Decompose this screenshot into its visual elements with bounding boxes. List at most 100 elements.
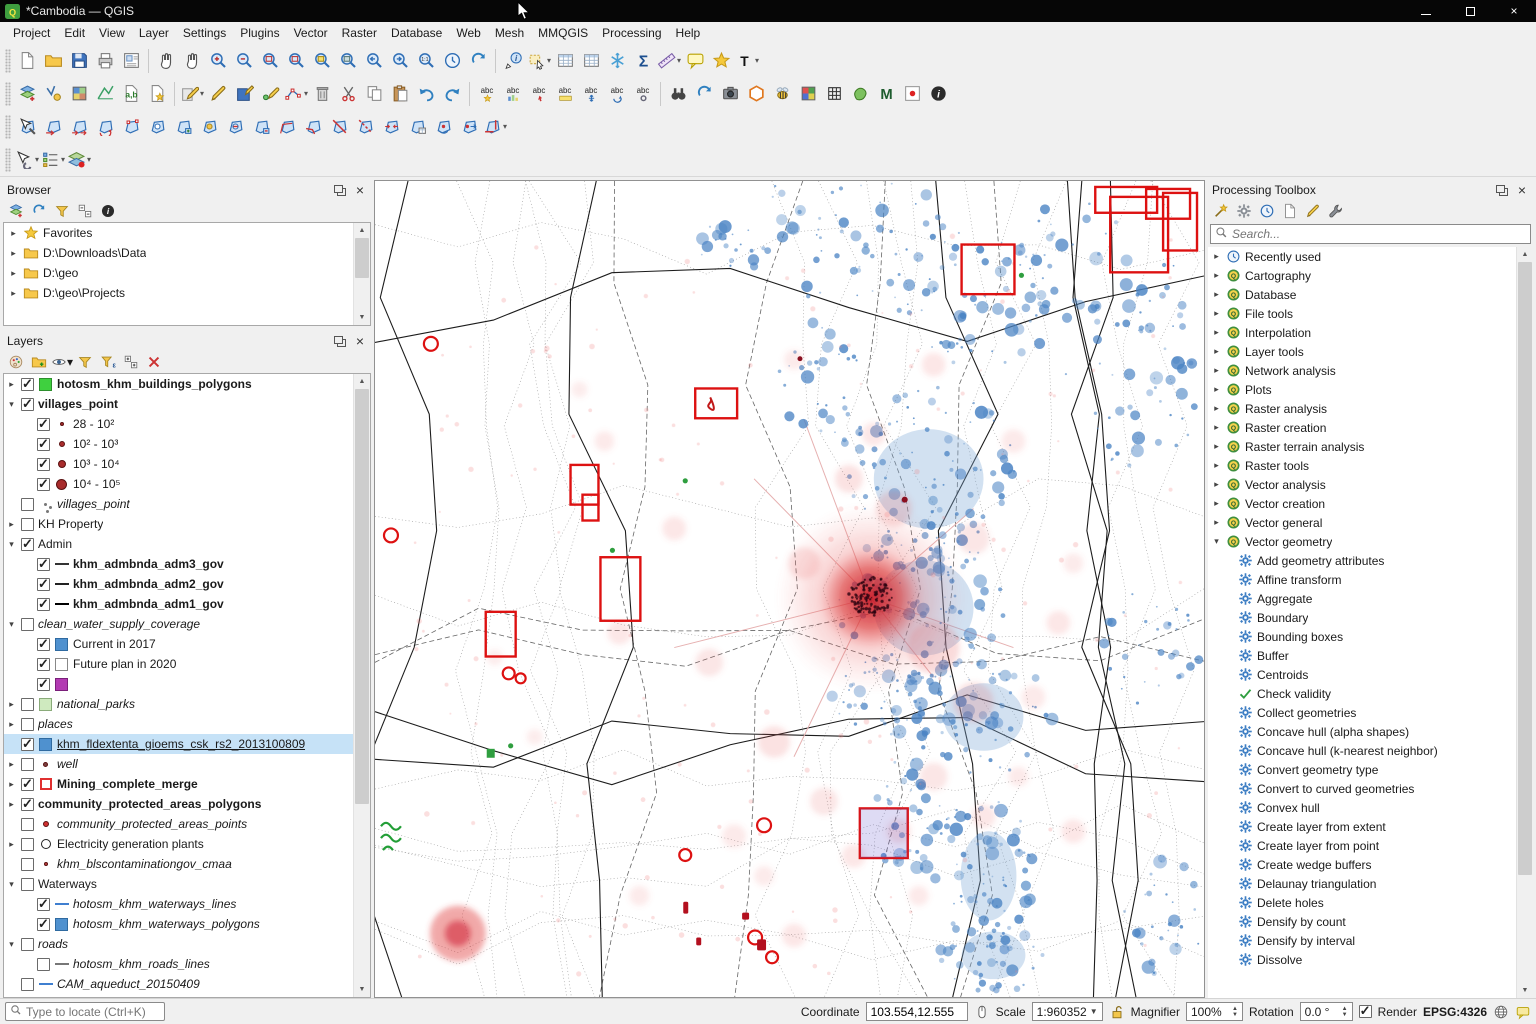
processing-group[interactable]: ▸QNetwork analysis — [1208, 361, 1516, 380]
browser-scrollbar[interactable]: ▲▼ — [353, 223, 370, 325]
menu-project[interactable]: Project — [6, 23, 57, 43]
select-features-button[interactable]: ▾ — [526, 48, 552, 74]
delete-part-button[interactable] — [248, 114, 274, 140]
paste-features-button[interactable] — [387, 81, 413, 107]
layer-row[interactable]: Future plan in 2020 — [4, 654, 353, 674]
toolbar-drag-handle[interactable] — [5, 49, 11, 73]
layer-row[interactable]: ▸national_parks — [4, 694, 353, 714]
show-statistical-summary-button[interactable]: Σ — [630, 48, 656, 74]
processing-group[interactable]: ▾QVector geometry — [1208, 532, 1516, 551]
float-panel-icon[interactable] — [1496, 185, 1505, 193]
expander-icon[interactable]: ▸ — [6, 779, 17, 790]
zoom-full-extent-button[interactable] — [283, 48, 309, 74]
layer-row[interactable]: ▸hotosm_khm_buildings_polygons — [4, 374, 353, 394]
add-raster-layer-button[interactable] — [66, 81, 92, 107]
processing-algorithm[interactable]: Dissolve — [1208, 950, 1516, 969]
measure-line-button[interactable]: ▾ — [656, 48, 682, 74]
zoom-in-button[interactable] — [205, 48, 231, 74]
processing-algorithm[interactable]: Create layer from extent — [1208, 817, 1516, 836]
processing-algorithm[interactable]: Bounding boxes — [1208, 627, 1516, 646]
expander-icon[interactable]: ▸ — [6, 519, 17, 530]
add-part-button[interactable] — [170, 114, 196, 140]
refresh-browser-button[interactable] — [28, 201, 50, 221]
menu-mmqgis[interactable]: MMQGIS — [531, 23, 595, 43]
layer-row[interactable] — [4, 674, 353, 694]
layer-row[interactable]: hotosm_khm_roads_lines — [4, 954, 353, 974]
about-plugin-button[interactable]: i — [925, 81, 951, 107]
filter-legend-button[interactable] — [74, 352, 96, 372]
expander-icon[interactable]: ▸ — [8, 248, 19, 259]
cut-features-button[interactable] — [335, 81, 361, 107]
layer-row[interactable]: 10² - 10³ — [4, 434, 353, 454]
expander-icon[interactable]: ▾ — [6, 399, 17, 410]
add-group-button[interactable] — [28, 352, 50, 372]
layer-diagram-button[interactable]: abc — [500, 81, 526, 107]
open-attribute-table-button[interactable] — [552, 48, 578, 74]
layer-checkbox[interactable] — [21, 818, 34, 831]
layer-row[interactable]: 10⁴ - 10⁵ — [4, 474, 353, 494]
menu-raster[interactable]: Raster — [335, 23, 384, 43]
layer-checkbox[interactable] — [37, 418, 50, 431]
layer-row[interactable]: khm_admbnda_adm2_gov — [4, 574, 353, 594]
expander-icon[interactable]: ▸ — [1211, 270, 1222, 281]
layer-checkbox[interactable] — [37, 638, 50, 651]
expander-icon[interactable]: ▾ — [6, 939, 17, 950]
move-feature-button[interactable] — [40, 114, 66, 140]
layer-row[interactable]: ▾Admin — [4, 534, 353, 554]
copy-features-button[interactable] — [361, 81, 387, 107]
magnifier-spin[interactable]: 100%▲▼ — [1186, 1002, 1243, 1021]
field-calculator-button[interactable] — [578, 48, 604, 74]
layer-edit-badge-button[interactable]: ▾ — [66, 147, 92, 173]
processing-group[interactable]: ▸Recently used — [1208, 247, 1516, 266]
open-layer-styling-button[interactable] — [5, 352, 27, 372]
copy-move-feature-button[interactable] — [66, 114, 92, 140]
processing-search-input[interactable] — [1232, 227, 1526, 241]
processing-algorithm[interactable]: Convert to curved geometries — [1208, 779, 1516, 798]
layer-checkbox[interactable] — [21, 718, 34, 731]
layer-labeling-button[interactable]: abc — [474, 81, 500, 107]
processing-algorithm[interactable]: Add geometry attributes — [1208, 551, 1516, 570]
highlight-pinned-labels-button[interactable]: abc — [552, 81, 578, 107]
processing-search[interactable] — [1210, 224, 1531, 244]
expander-icon[interactable]: ▸ — [1211, 479, 1222, 490]
toolbar-drag-handle[interactable] — [5, 148, 11, 172]
add-point-feature-button[interactable] — [257, 81, 283, 107]
rotate-point-symbols-button[interactable] — [430, 114, 456, 140]
layer-checkbox[interactable] — [21, 398, 34, 411]
add-vector-layer-button[interactable] — [40, 81, 66, 107]
processing-algorithm[interactable]: Create wedge buffers — [1208, 855, 1516, 874]
expander-icon[interactable]: ▸ — [1211, 517, 1222, 528]
processing-algorithm[interactable]: Densify by interval — [1208, 931, 1516, 950]
menu-view[interactable]: View — [92, 23, 132, 43]
open-project-button[interactable] — [40, 48, 66, 74]
processing-group[interactable]: ▸QDatabase — [1208, 285, 1516, 304]
layer-row[interactable]: 10³ - 10⁴ — [4, 454, 353, 474]
layer-checkbox[interactable] — [21, 858, 34, 871]
add-ring-button[interactable] — [144, 114, 170, 140]
expander-icon[interactable]: ▾ — [6, 619, 17, 630]
expander-icon[interactable]: ▸ — [1211, 365, 1222, 376]
rotation-spin[interactable]: 0.0 °▲▼ — [1300, 1002, 1353, 1021]
filter-by-expression-button[interactable]: ε — [97, 352, 119, 372]
processing-algorithm[interactable]: Concave hull (k-nearest neighbor) — [1208, 741, 1516, 760]
split-parts-button[interactable] — [352, 114, 378, 140]
offset-curve-button[interactable] — [274, 114, 300, 140]
mmqgis-plugin-button[interactable]: M — [873, 81, 899, 107]
grid-plugin-button[interactable] — [821, 81, 847, 107]
processing-algorithm[interactable]: Concave hull (alpha shapes) — [1208, 722, 1516, 741]
processing-algorithm[interactable]: Delete holes — [1208, 893, 1516, 912]
metasearch-button[interactable] — [665, 81, 691, 107]
processing-group[interactable]: ▸QVector creation — [1208, 494, 1516, 513]
vertex-tool-button[interactable]: ▾ — [283, 81, 309, 107]
locate-input[interactable] — [26, 1005, 160, 1019]
expander-icon[interactable]: ▸ — [1211, 422, 1222, 433]
expander-icon[interactable]: ▾ — [6, 879, 17, 890]
layer-checkbox[interactable] — [21, 698, 34, 711]
layer-row[interactable]: hotosm_khm_waterways_polygons — [4, 914, 353, 934]
models-button[interactable] — [1233, 201, 1255, 221]
new-project-button[interactable] — [14, 48, 40, 74]
temporal-controller-button[interactable] — [439, 48, 465, 74]
undo-button[interactable] — [413, 81, 439, 107]
manage-map-themes-button[interactable]: ▾ — [51, 352, 73, 372]
layer-checkbox[interactable] — [21, 538, 34, 551]
